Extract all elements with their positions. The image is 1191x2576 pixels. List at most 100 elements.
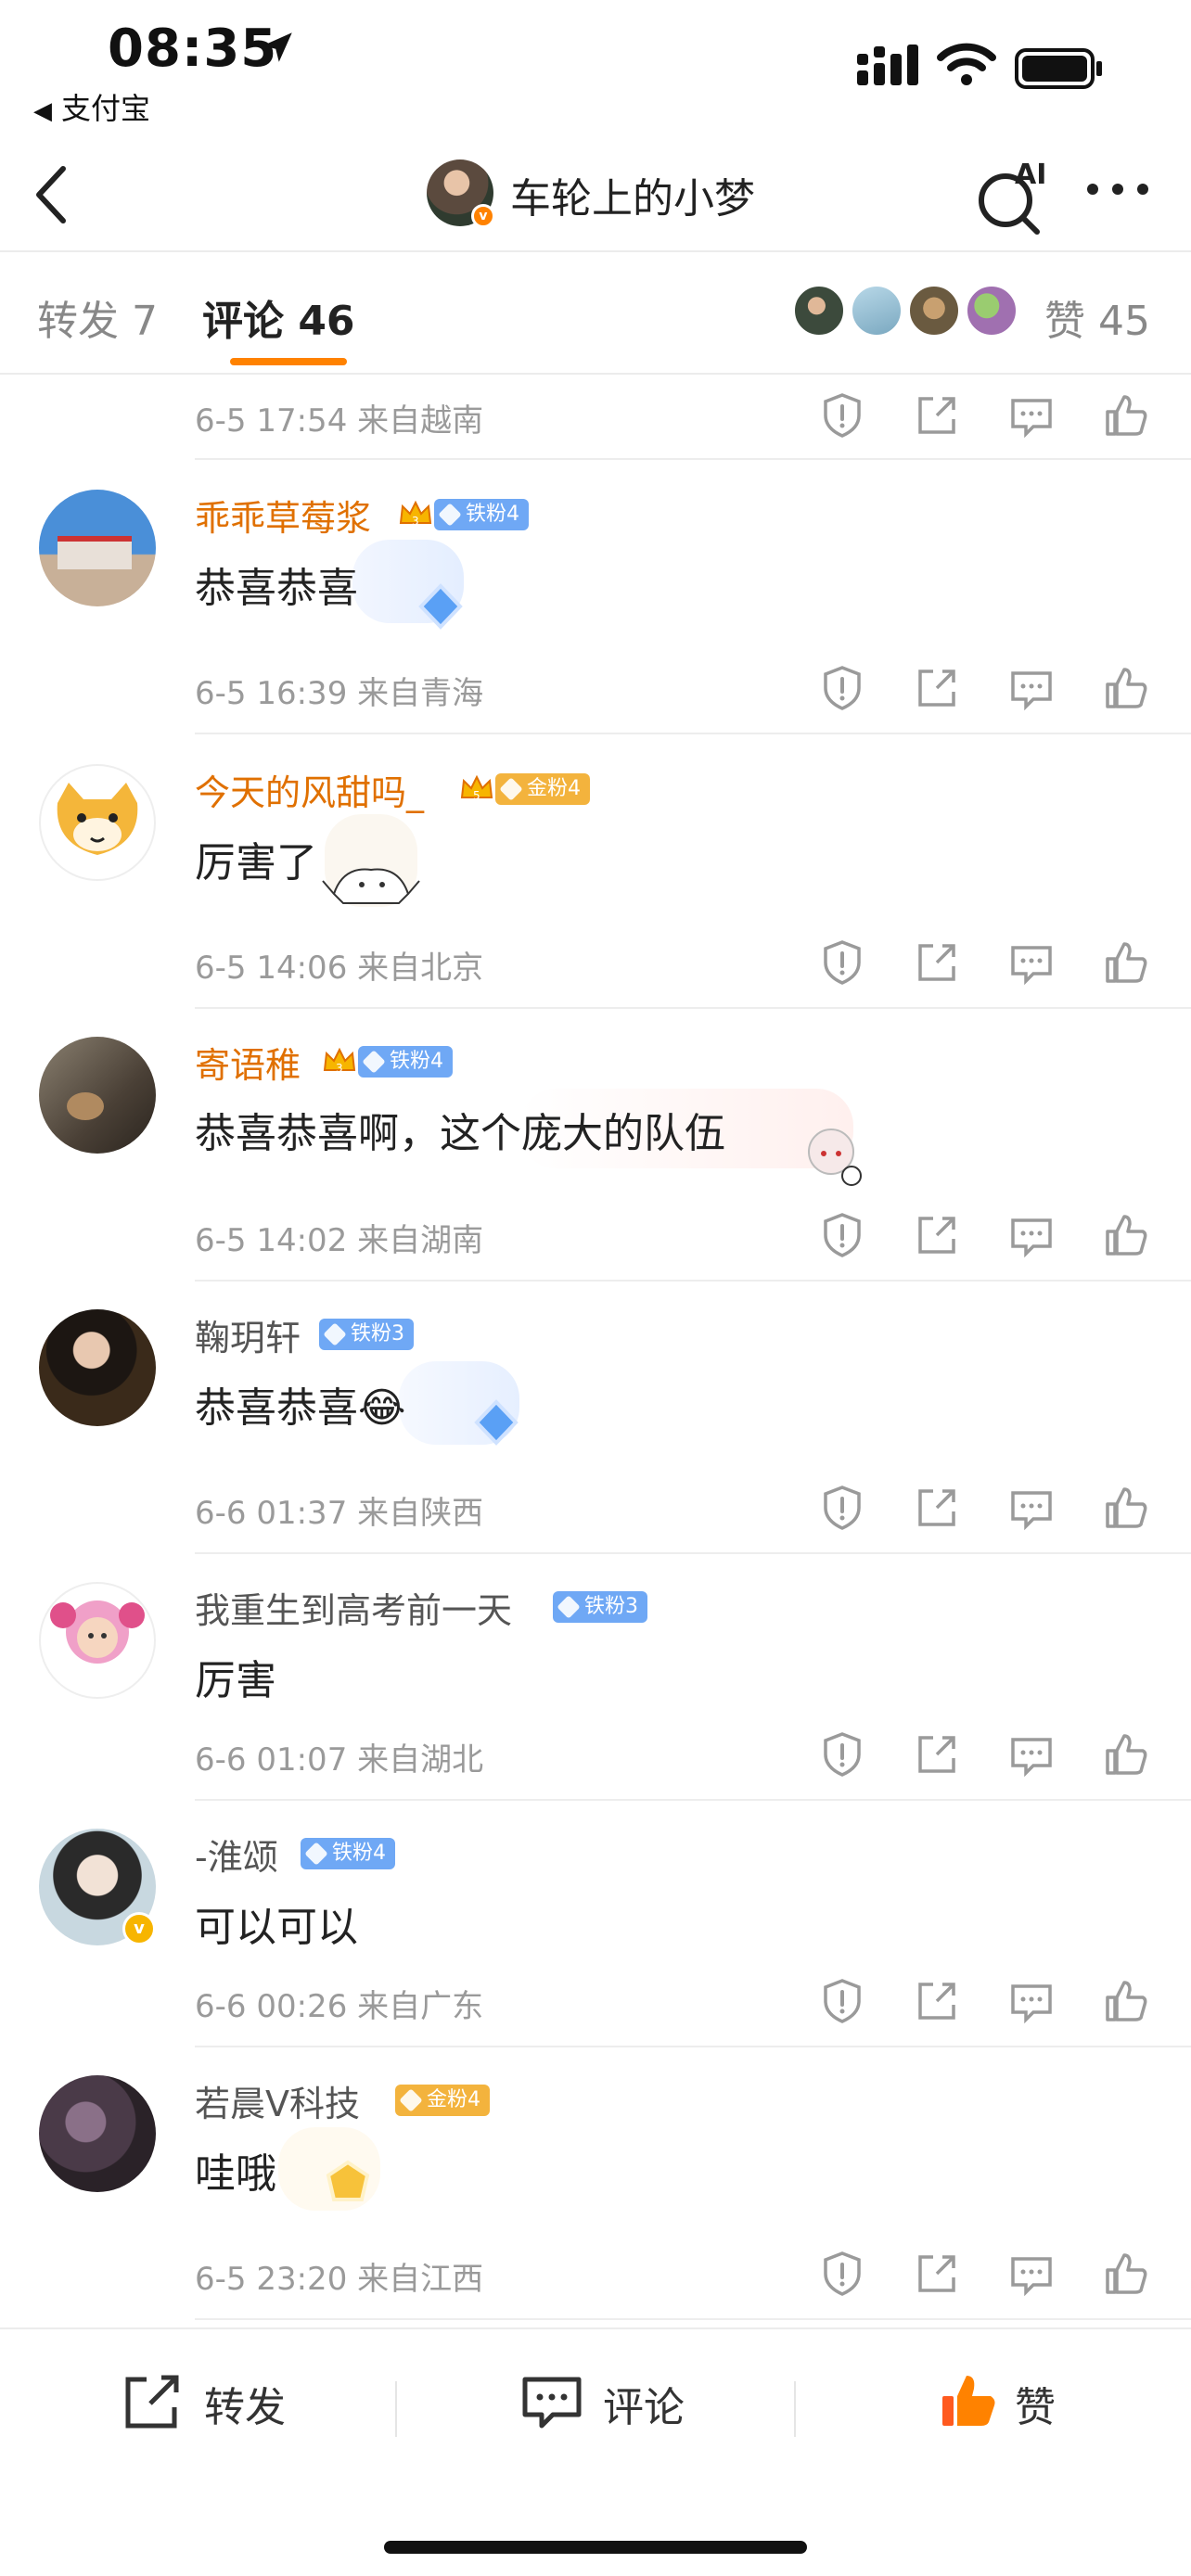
- crown-badge-icon: 5: [458, 770, 495, 807]
- repost-icon: [125, 2375, 179, 2429]
- crown-badge-icon: 3: [321, 1042, 358, 1079]
- commenter-name[interactable]: 今天的风甜吗_: [195, 764, 424, 815]
- share-icon[interactable]: [911, 1728, 963, 1780]
- report-icon[interactable]: [816, 1482, 868, 1534]
- comment-text: 厉害: [195, 1657, 276, 1704]
- report-icon[interactable]: [816, 662, 868, 714]
- ai-search-icon[interactable]: AI: [976, 154, 1050, 237]
- commenter-name[interactable]: 鞠玥轩: [195, 1309, 301, 1360]
- reply-icon[interactable]: [1005, 1975, 1057, 2027]
- comment-label: 评论: [603, 2384, 685, 2431]
- comment-meta: 6-6 00:26 来自广东: [195, 1988, 484, 2025]
- location-arrow-icon: [263, 32, 292, 62]
- commenter-avatar[interactable]: [39, 490, 156, 606]
- comment-actions: [816, 389, 1169, 441]
- commenter-avatar[interactable]: [39, 1309, 156, 1426]
- nav-bar: v 车轮上的小梦 AI: [0, 139, 1191, 252]
- status-time: 08:35: [108, 19, 278, 79]
- share-icon[interactable]: [911, 389, 963, 441]
- comment-divider: [195, 458, 1191, 460]
- liker-avatar: [965, 284, 1018, 338]
- reply-icon[interactable]: [1005, 1209, 1057, 1261]
- author-name[interactable]: 车轮上的小梦: [510, 165, 755, 224]
- share-icon[interactable]: [911, 1209, 963, 1261]
- fan-badge: 铁粉3: [319, 1319, 414, 1350]
- reply-icon[interactable]: [1005, 662, 1057, 714]
- tab-bar: 转发 7 评论 46 赞 45: [0, 252, 1191, 375]
- liked-thumb-icon: [942, 2376, 995, 2426]
- svg-text:5: 5: [473, 789, 480, 802]
- comment-meta: 6-5 14:06 来自北京: [195, 950, 484, 987]
- back-arrow-icon[interactable]: [28, 161, 76, 228]
- more-icon[interactable]: [1085, 180, 1150, 198]
- verified-badge-icon: v: [471, 204, 495, 228]
- reply-icon[interactable]: [1005, 1482, 1057, 1534]
- fan-badge: 铁粉4: [358, 1046, 453, 1078]
- tab-likes[interactable]: 赞 45: [1044, 287, 1150, 347]
- reply-icon[interactable]: [1005, 389, 1057, 441]
- commenter-avatar[interactable]: [39, 2075, 156, 2192]
- commenter-avatar[interactable]: [39, 1037, 156, 1154]
- reply-icon[interactable]: [1005, 937, 1057, 988]
- like-icon[interactable]: [1100, 389, 1152, 441]
- like-icon[interactable]: [1100, 937, 1152, 988]
- gem-icon: [362, 1050, 386, 1074]
- report-icon[interactable]: [816, 937, 868, 988]
- report-icon[interactable]: [816, 1975, 868, 2027]
- fan-badge: 铁粉4: [301, 1838, 395, 1869]
- comment-actions: [816, 1728, 1169, 1780]
- diamond-sticker-icon: [418, 583, 463, 630]
- like-icon[interactable]: [1100, 662, 1152, 714]
- repost-label: 转发: [204, 2384, 286, 2431]
- share-icon[interactable]: [911, 1482, 963, 1534]
- report-icon[interactable]: [816, 1728, 868, 1780]
- commenter-name[interactable]: 我重生到高考前一天: [195, 1582, 512, 1633]
- comment-text: 恭喜恭喜: [195, 565, 358, 612]
- liker-avatar: [850, 284, 903, 338]
- comment-divider: [195, 2046, 1191, 2047]
- report-icon[interactable]: [816, 2248, 868, 2300]
- commenter-name[interactable]: 若晨V科技: [195, 2075, 360, 2126]
- gem-icon: [557, 1595, 581, 1619]
- comment-meta: 6-5 16:39 来自青海: [195, 675, 484, 712]
- like-icon[interactable]: [1100, 2248, 1152, 2300]
- reply-icon[interactable]: [1005, 1728, 1057, 1780]
- commenter-name[interactable]: 寄语稚: [195, 1037, 301, 1088]
- back-triangle-icon: ◀: [33, 97, 52, 125]
- bottom-action-bar: 转发 评论 赞: [0, 2327, 1191, 2576]
- like-icon[interactable]: [1100, 1975, 1152, 2027]
- reply-icon[interactable]: [1005, 2248, 1057, 2300]
- comment-meta: 6-6 01:07 来自湖北: [195, 1741, 484, 1779]
- liker-avatar: [792, 284, 846, 338]
- home-indicator: [384, 2541, 807, 2554]
- commenter-avatar[interactable]: [39, 764, 156, 881]
- report-icon[interactable]: [816, 389, 868, 441]
- battery-icon: [1015, 48, 1102, 89]
- share-icon[interactable]: [911, 662, 963, 714]
- like-icon[interactable]: [1100, 1209, 1152, 1261]
- commenter-name[interactable]: 乖乖草莓浆: [195, 490, 371, 541]
- comment-actions: [816, 1209, 1169, 1261]
- comment-text: 可以可以: [195, 1904, 358, 1951]
- comment-actions: [816, 1975, 1169, 2027]
- back-to-app-link[interactable]: ◀ 支付宝: [33, 85, 150, 128]
- tab-repost[interactable]: 转发 7: [37, 287, 158, 347]
- commenter-avatar[interactable]: [39, 1582, 156, 1699]
- share-icon[interactable]: [911, 2248, 963, 2300]
- svg-text:3: 3: [336, 1062, 343, 1075]
- tab-comment[interactable]: 评论 46: [202, 287, 355, 347]
- back-app-label: 支付宝: [61, 91, 151, 126]
- comment-text: 恭喜恭喜啊，这个庞大的队伍: [195, 1110, 725, 1157]
- fan-badge: 金粉4: [495, 773, 590, 805]
- like-icon[interactable]: [1100, 1728, 1152, 1780]
- puppy-sticker-icon: [322, 868, 420, 904]
- diamond-sticker-icon: [474, 1399, 519, 1446]
- share-icon[interactable]: [911, 1975, 963, 2027]
- report-icon[interactable]: [816, 1209, 868, 1261]
- share-icon[interactable]: [911, 937, 963, 988]
- status-bar: 08:35 ◀ 支付宝: [0, 0, 1191, 139]
- like-icon[interactable]: [1100, 1482, 1152, 1534]
- commenter-name[interactable]: -淮颂: [195, 1829, 278, 1880]
- comment-actions: [816, 1482, 1169, 1534]
- comment-actions: [816, 662, 1169, 714]
